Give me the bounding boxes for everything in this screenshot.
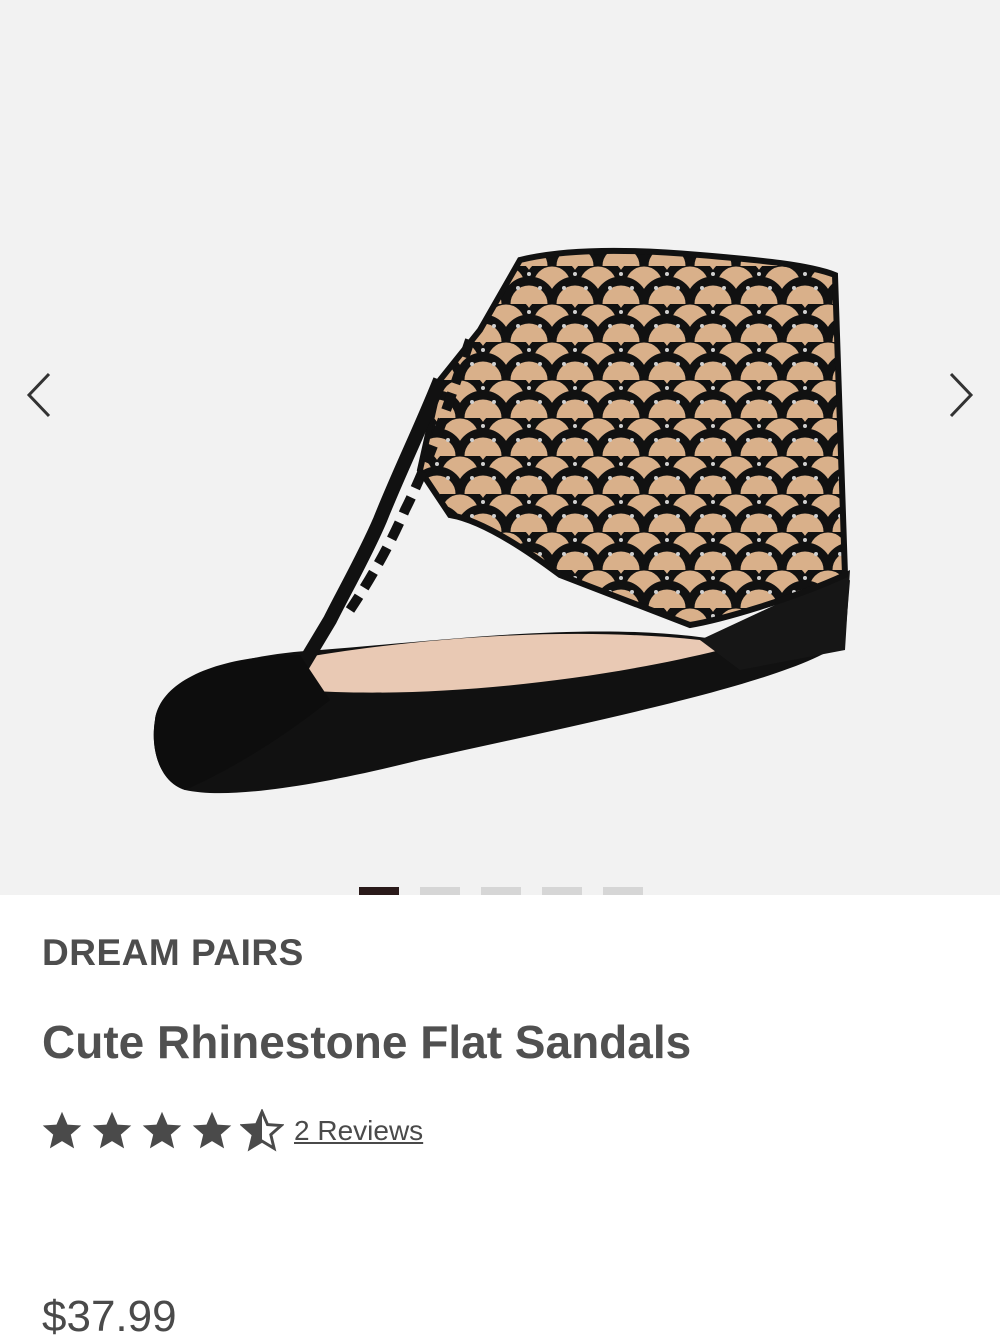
carousel-dot-3[interactable] xyxy=(481,887,521,895)
carousel-dot-5[interactable] xyxy=(603,887,643,895)
star-full-icon xyxy=(142,1111,182,1149)
brand-name[interactable]: DREAM PAIRS xyxy=(42,932,304,974)
carousel-indicators xyxy=(359,887,643,895)
previous-image-button[interactable] xyxy=(10,360,70,430)
product-image-gallery[interactable] xyxy=(0,0,1000,895)
star-full-icon xyxy=(192,1111,232,1149)
next-image-button[interactable] xyxy=(930,360,990,430)
star-half-icon xyxy=(240,1109,284,1152)
product-image xyxy=(153,247,850,794)
carousel-dot-2[interactable] xyxy=(420,887,460,895)
carousel-dot-1[interactable] xyxy=(359,887,399,895)
star-full-icon xyxy=(42,1111,82,1149)
product-title: Cute Rhinestone Flat Sandals xyxy=(42,1016,692,1068)
chevron-left-icon xyxy=(26,372,51,418)
star-full-icon xyxy=(92,1111,132,1149)
product-price: $37.99 xyxy=(42,1292,177,1341)
rating-row[interactable]: 2 Reviews xyxy=(40,1108,423,1154)
chevron-right-icon xyxy=(949,372,974,418)
carousel-dot-4[interactable] xyxy=(542,887,582,895)
reviews-link[interactable]: 2 Reviews xyxy=(294,1115,423,1147)
